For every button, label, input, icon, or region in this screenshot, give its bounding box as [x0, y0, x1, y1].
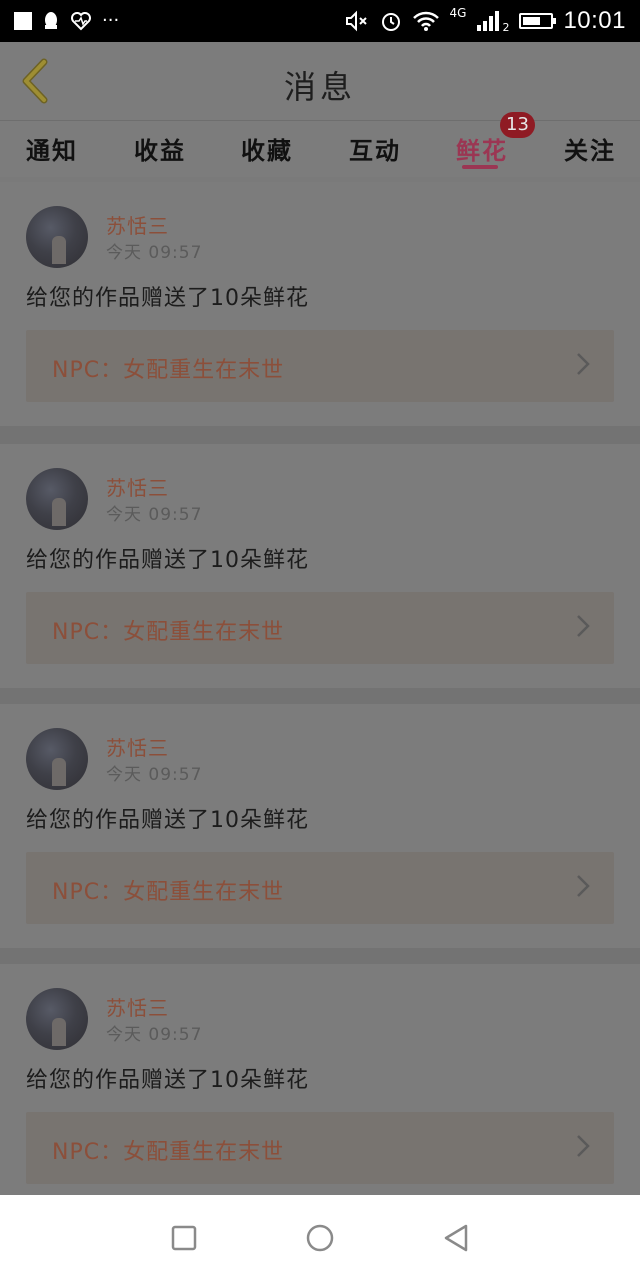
message-text: 给您的作品赠送了10朵鲜花 — [26, 808, 309, 833]
sender-name[interactable]: 苏恬三 — [106, 210, 169, 239]
message-time: 今天 09:57 — [106, 1025, 203, 1045]
work-link[interactable]: NPC：女配重生在末世 — [26, 330, 614, 402]
message-text: 给您的作品赠送了10朵鲜花 — [26, 1068, 309, 1093]
wifi-icon — [412, 11, 439, 31]
tab-notifications[interactable]: 通知 — [26, 131, 78, 166]
message-card: 苏恬三 今天 09:57 给您的作品赠送了10朵鲜花 NPC：女配重生在末世 — [0, 964, 640, 1208]
chevron-right-icon — [577, 353, 590, 375]
message-time: 今天 09:57 — [106, 505, 203, 525]
message-text: 给您的作品赠送了10朵鲜花 — [26, 548, 309, 573]
status-bar-right: 4G 2 10:01 — [344, 6, 627, 35]
tab-bar: 通知 收益 收藏 互动 鲜花 关注 — [0, 121, 640, 177]
tab-earnings[interactable]: 收益 — [134, 131, 186, 166]
work-title: NPC：女配重生在末世 — [52, 1140, 285, 1165]
tab-interactions[interactable]: 互动 — [349, 131, 401, 166]
sender-name[interactable]: 苏恬三 — [106, 992, 169, 1021]
tab-following[interactable]: 关注 — [564, 131, 616, 166]
message-text: 给您的作品赠送了10朵鲜花 — [26, 286, 309, 311]
tab-favorites[interactable]: 收藏 — [241, 131, 293, 166]
message-time: 今天 09:57 — [106, 765, 203, 785]
work-title: NPC：女配重生在末世 — [52, 358, 285, 383]
active-tab-indicator — [462, 165, 498, 169]
work-title: NPC：女配重生在末世 — [52, 620, 285, 645]
tab-flowers[interactable]: 鲜花 — [456, 131, 508, 166]
avatar[interactable] — [26, 468, 88, 530]
flowers-count-badge: 13 — [500, 112, 535, 138]
work-title: NPC：女配重生在末世 — [52, 880, 285, 905]
avatar[interactable] — [26, 988, 88, 1050]
qq-penguin-icon — [45, 12, 57, 29]
work-link[interactable]: NPC：女配重生在末世 — [26, 852, 614, 924]
card-divider — [0, 426, 640, 444]
battery-icon — [519, 13, 557, 29]
back-triangle-icon — [444, 1224, 468, 1251]
chevron-right-icon — [577, 615, 590, 637]
avatar[interactable] — [26, 206, 88, 268]
sender-name[interactable]: 苏恬三 — [106, 472, 169, 501]
chevron-right-icon — [577, 1135, 590, 1157]
more-dots-icon: ··· — [102, 10, 120, 31]
app-header: 消息 — [0, 42, 640, 121]
signal-icon — [477, 11, 500, 31]
status-bar-left: ··· — [14, 11, 119, 31]
page-title: 消息 — [283, 68, 356, 106]
message-card: 苏恬三 今天 09:57 给您的作品赠送了10朵鲜花 NPC：女配重生在末世 — [0, 182, 640, 426]
notification-square-icon — [14, 12, 32, 30]
health-heart-icon — [71, 12, 91, 31]
sender-name[interactable]: 苏恬三 — [106, 732, 169, 761]
work-link[interactable]: NPC：女配重生在末世 — [26, 1112, 614, 1184]
home-button[interactable] — [303, 1221, 337, 1255]
recent-apps-button[interactable] — [167, 1221, 201, 1255]
alarm-icon — [381, 13, 400, 31]
recent-apps-icon — [171, 1225, 197, 1250]
mute-icon — [345, 10, 367, 32]
avatar[interactable] — [26, 728, 88, 790]
sim-index-label: 2 — [502, 20, 510, 34]
back-nav-button[interactable] — [439, 1221, 473, 1255]
message-time: 今天 09:57 — [106, 243, 203, 263]
message-card: 苏恬三 今天 09:57 给您的作品赠送了10朵鲜花 NPC：女配重生在末世 — [0, 444, 640, 688]
chevron-right-icon — [577, 875, 590, 897]
message-card: 苏恬三 今天 09:57 给您的作品赠送了10朵鲜花 NPC：女配重生在末世 — [0, 704, 640, 948]
work-link[interactable]: NPC：女配重生在末世 — [26, 592, 614, 664]
system-nav-bar — [0, 1195, 640, 1280]
network-type-label: 4G — [449, 6, 467, 20]
status-time: 10:01 — [563, 7, 626, 34]
status-bar: ··· 4G 2 10:01 — [0, 0, 640, 42]
home-icon — [306, 1224, 334, 1251]
